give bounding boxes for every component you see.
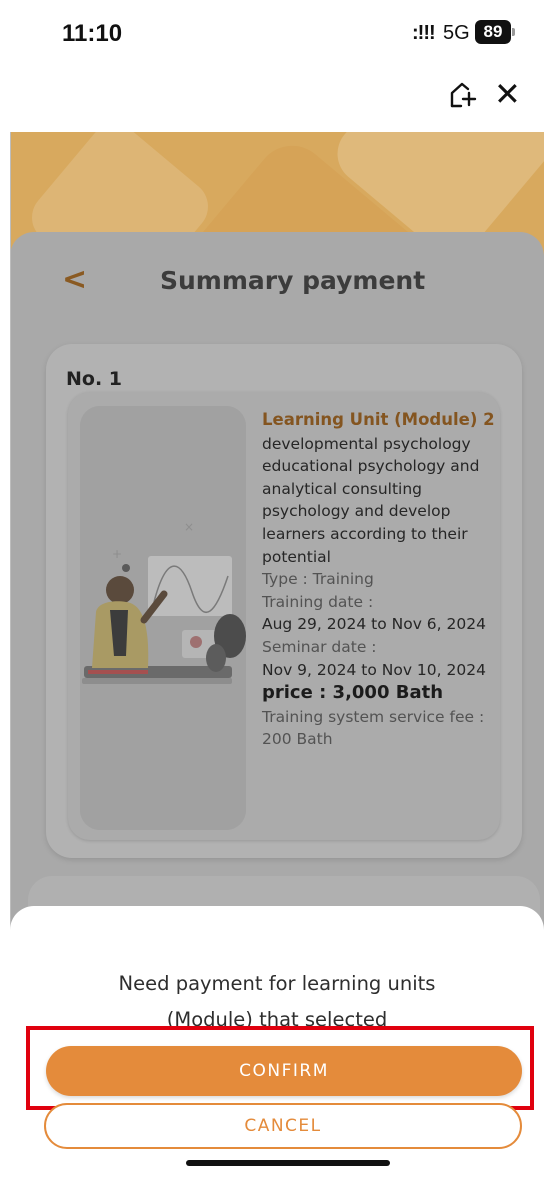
status-bar: 11:10 :!!! 5G 89	[0, 0, 544, 70]
course-type: Type : Training	[262, 570, 374, 589]
confirm-sheet: Need payment for learning units (Module)…	[10, 906, 544, 1178]
network-type: 5G	[443, 22, 470, 44]
battery-icon: 89	[475, 20, 511, 44]
card-number: No. 1	[66, 368, 123, 390]
description-line: learners according to their	[262, 524, 468, 543]
training-date: Aug 29, 2024 to Nov 6, 2024	[262, 615, 486, 634]
course-thumbnail: + ×	[80, 406, 246, 830]
seminar-date: Nov 9, 2024 to Nov 10, 2024	[262, 660, 486, 679]
home-plus-icon[interactable]	[448, 80, 478, 110]
svg-text:+: +	[112, 547, 122, 561]
top-bar: ✕	[0, 70, 544, 132]
course-price: price : 3,000 Bath	[262, 682, 444, 704]
signal-icon: :!!!	[412, 22, 436, 44]
sheet-message-line: Need payment for learning units	[118, 972, 436, 995]
description-line: psychology and develop	[262, 502, 451, 521]
page-title: Summary payment	[160, 266, 426, 295]
service-fee-label: Training system service fee :	[262, 707, 485, 726]
description-line: analytical consulting	[262, 479, 423, 498]
module-title: Learning Unit (Module) 2	[262, 410, 495, 429]
seminar-date-label: Seminar date :	[262, 637, 377, 656]
chevron-left-icon[interactable]: <	[62, 262, 87, 297]
training-date-label: Training date :	[262, 592, 374, 611]
svg-text:×: ×	[184, 520, 194, 534]
description-line: developmental psychology	[262, 434, 471, 453]
confirm-button[interactable]: CONFIRM	[46, 1046, 522, 1096]
home-indicator	[186, 1160, 390, 1166]
status-time: 11:10	[62, 20, 123, 47]
description-line: potential	[262, 547, 331, 566]
teacher-illustration-icon: + ×	[80, 406, 246, 830]
description-line: educational psychology and	[262, 457, 480, 476]
cancel-button[interactable]: CANCEL	[44, 1103, 522, 1149]
service-fee-value: 200 Bath	[262, 730, 333, 749]
battery-tip	[512, 28, 515, 36]
course-info: Learning Unit (Module) 2 developmental p…	[262, 409, 498, 751]
close-icon[interactable]: ✕	[494, 78, 521, 110]
